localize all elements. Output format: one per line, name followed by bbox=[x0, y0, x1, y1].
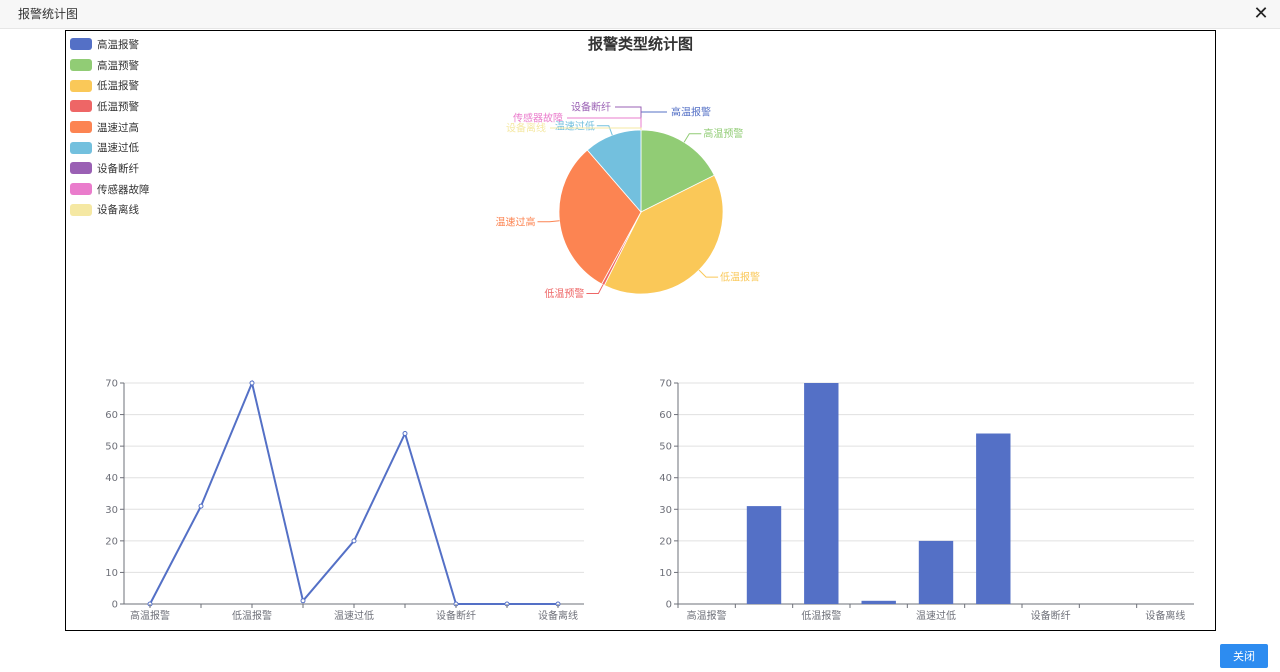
y-tick-label: 40 bbox=[105, 473, 118, 484]
y-tick-label: 50 bbox=[659, 442, 672, 453]
x-tick-label: 高温报警 bbox=[130, 609, 170, 622]
bar bbox=[861, 600, 896, 604]
line-point bbox=[249, 380, 255, 386]
dialog-header: 报警统计图 ✕ bbox=[0, 0, 1280, 29]
chart-frame: 高温报警 高温预警 低温报警 低温预警 温速过高 温速过低 设备断纤 传感器故障 设备离线 报警… bbox=[65, 30, 1216, 631]
bar bbox=[804, 383, 839, 604]
line-point bbox=[300, 598, 306, 604]
dialog-title: 报警统计图 bbox=[18, 7, 79, 21]
pie-label: 高温预警 bbox=[703, 127, 743, 140]
bar bbox=[918, 540, 954, 604]
line-series bbox=[149, 379, 558, 605]
x-tick-label: 设备断纤 bbox=[436, 609, 476, 622]
y-tick-label: 20 bbox=[659, 536, 672, 547]
x-tick-label: 温速过低 bbox=[334, 609, 374, 622]
x-tick-label: 高温报警 bbox=[687, 609, 727, 622]
x-tick-label: 设备离线 bbox=[538, 609, 578, 622]
x-tick-label: 设备离线 bbox=[1145, 609, 1185, 622]
close-icon[interactable]: ✕ bbox=[1250, 3, 1272, 25]
x-tick-label: 设备断纤 bbox=[1031, 609, 1071, 622]
y-tick-label: 50 bbox=[105, 442, 118, 453]
y-tick-label: 60 bbox=[659, 410, 672, 421]
y-tick-label: 0 bbox=[112, 600, 118, 611]
line-point bbox=[198, 503, 204, 509]
line-point bbox=[351, 538, 357, 544]
bar bbox=[976, 433, 1011, 604]
x-tick-label: 低温报警 bbox=[801, 609, 841, 622]
pie-label: 高温报警 bbox=[671, 106, 711, 119]
y-tick-label: 30 bbox=[659, 505, 672, 516]
pie-label-line bbox=[640, 111, 667, 130]
pie-label-line bbox=[586, 284, 604, 294]
pie-chart: 高温报警高温预警低温报警低温预警温速过高温速过低设备断纤传感器故障设备离线 bbox=[496, 101, 761, 301]
bar bbox=[746, 506, 782, 604]
pie-label-line bbox=[596, 125, 613, 136]
y-tick-label: 10 bbox=[659, 568, 672, 579]
line-chart: 0 10 20 30 40 50 60 70 高温报警 低温报警 温速过低 设备断纤 设备离线 bbox=[105, 379, 584, 622]
x-tick-label: 温速过低 bbox=[916, 609, 956, 622]
pie-label: 低温预警 bbox=[544, 287, 584, 300]
y-tick-label: 40 bbox=[659, 473, 672, 484]
close-button[interactable]: 关闭 bbox=[1220, 644, 1268, 668]
pie-label-line bbox=[537, 220, 560, 223]
y-tick-label: 0 bbox=[666, 600, 672, 611]
pie-label-line bbox=[698, 269, 719, 278]
dialog-footer: 关闭 bbox=[0, 632, 1280, 672]
pie-label-line bbox=[683, 133, 702, 143]
pie-label: 设备断纤 bbox=[571, 101, 611, 114]
y-tick-label: 30 bbox=[105, 505, 118, 516]
charts-canvas: 高温报警高温预警低温报警低温预警温速过高温速过低设备断纤传感器故障设备离线010… bbox=[105, 101, 1194, 622]
pie-label: 低温报警 bbox=[720, 271, 760, 284]
y-tick-label: 60 bbox=[105, 410, 118, 421]
y-tick-label: 70 bbox=[659, 379, 672, 390]
pie-label: 设备离线 bbox=[506, 122, 546, 135]
line-point bbox=[402, 431, 408, 436]
pie-label: 温速过高 bbox=[496, 215, 536, 228]
y-tick-label: 20 bbox=[105, 536, 118, 547]
bar-chart: 0 10 20 30 40 50 60 70 高温报警 低温报警 温速过低 设备断纤 设备离线 bbox=[659, 379, 1194, 622]
y-tick-label: 70 bbox=[105, 379, 118, 390]
y-tick-label: 10 bbox=[105, 568, 118, 579]
x-tick-label: 低温报警 bbox=[232, 609, 272, 622]
